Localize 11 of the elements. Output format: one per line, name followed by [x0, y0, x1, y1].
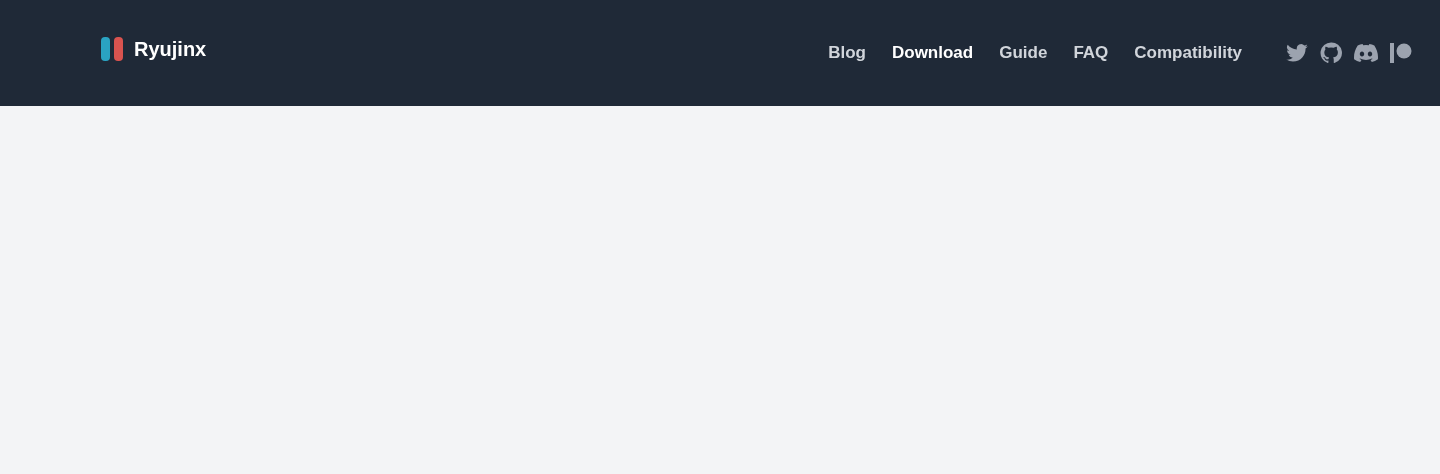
nav-link[interactable]: FAQ: [1073, 43, 1109, 63]
nav-link[interactable]: Blog: [828, 43, 866, 63]
twitter-icon[interactable]: [1286, 44, 1308, 62]
nav-link[interactable]: Guide: [999, 43, 1048, 63]
github-icon[interactable]: [1320, 42, 1342, 64]
logo-icon: [100, 35, 126, 63]
nav-link[interactable]: Download: [892, 43, 974, 63]
patreon-icon[interactable]: [1390, 43, 1412, 63]
brand-name[interactable]: Ryujinx: [134, 37, 207, 61]
discord-icon[interactable]: [1354, 44, 1378, 62]
nav-link[interactable]: Compatibility: [1134, 43, 1242, 63]
